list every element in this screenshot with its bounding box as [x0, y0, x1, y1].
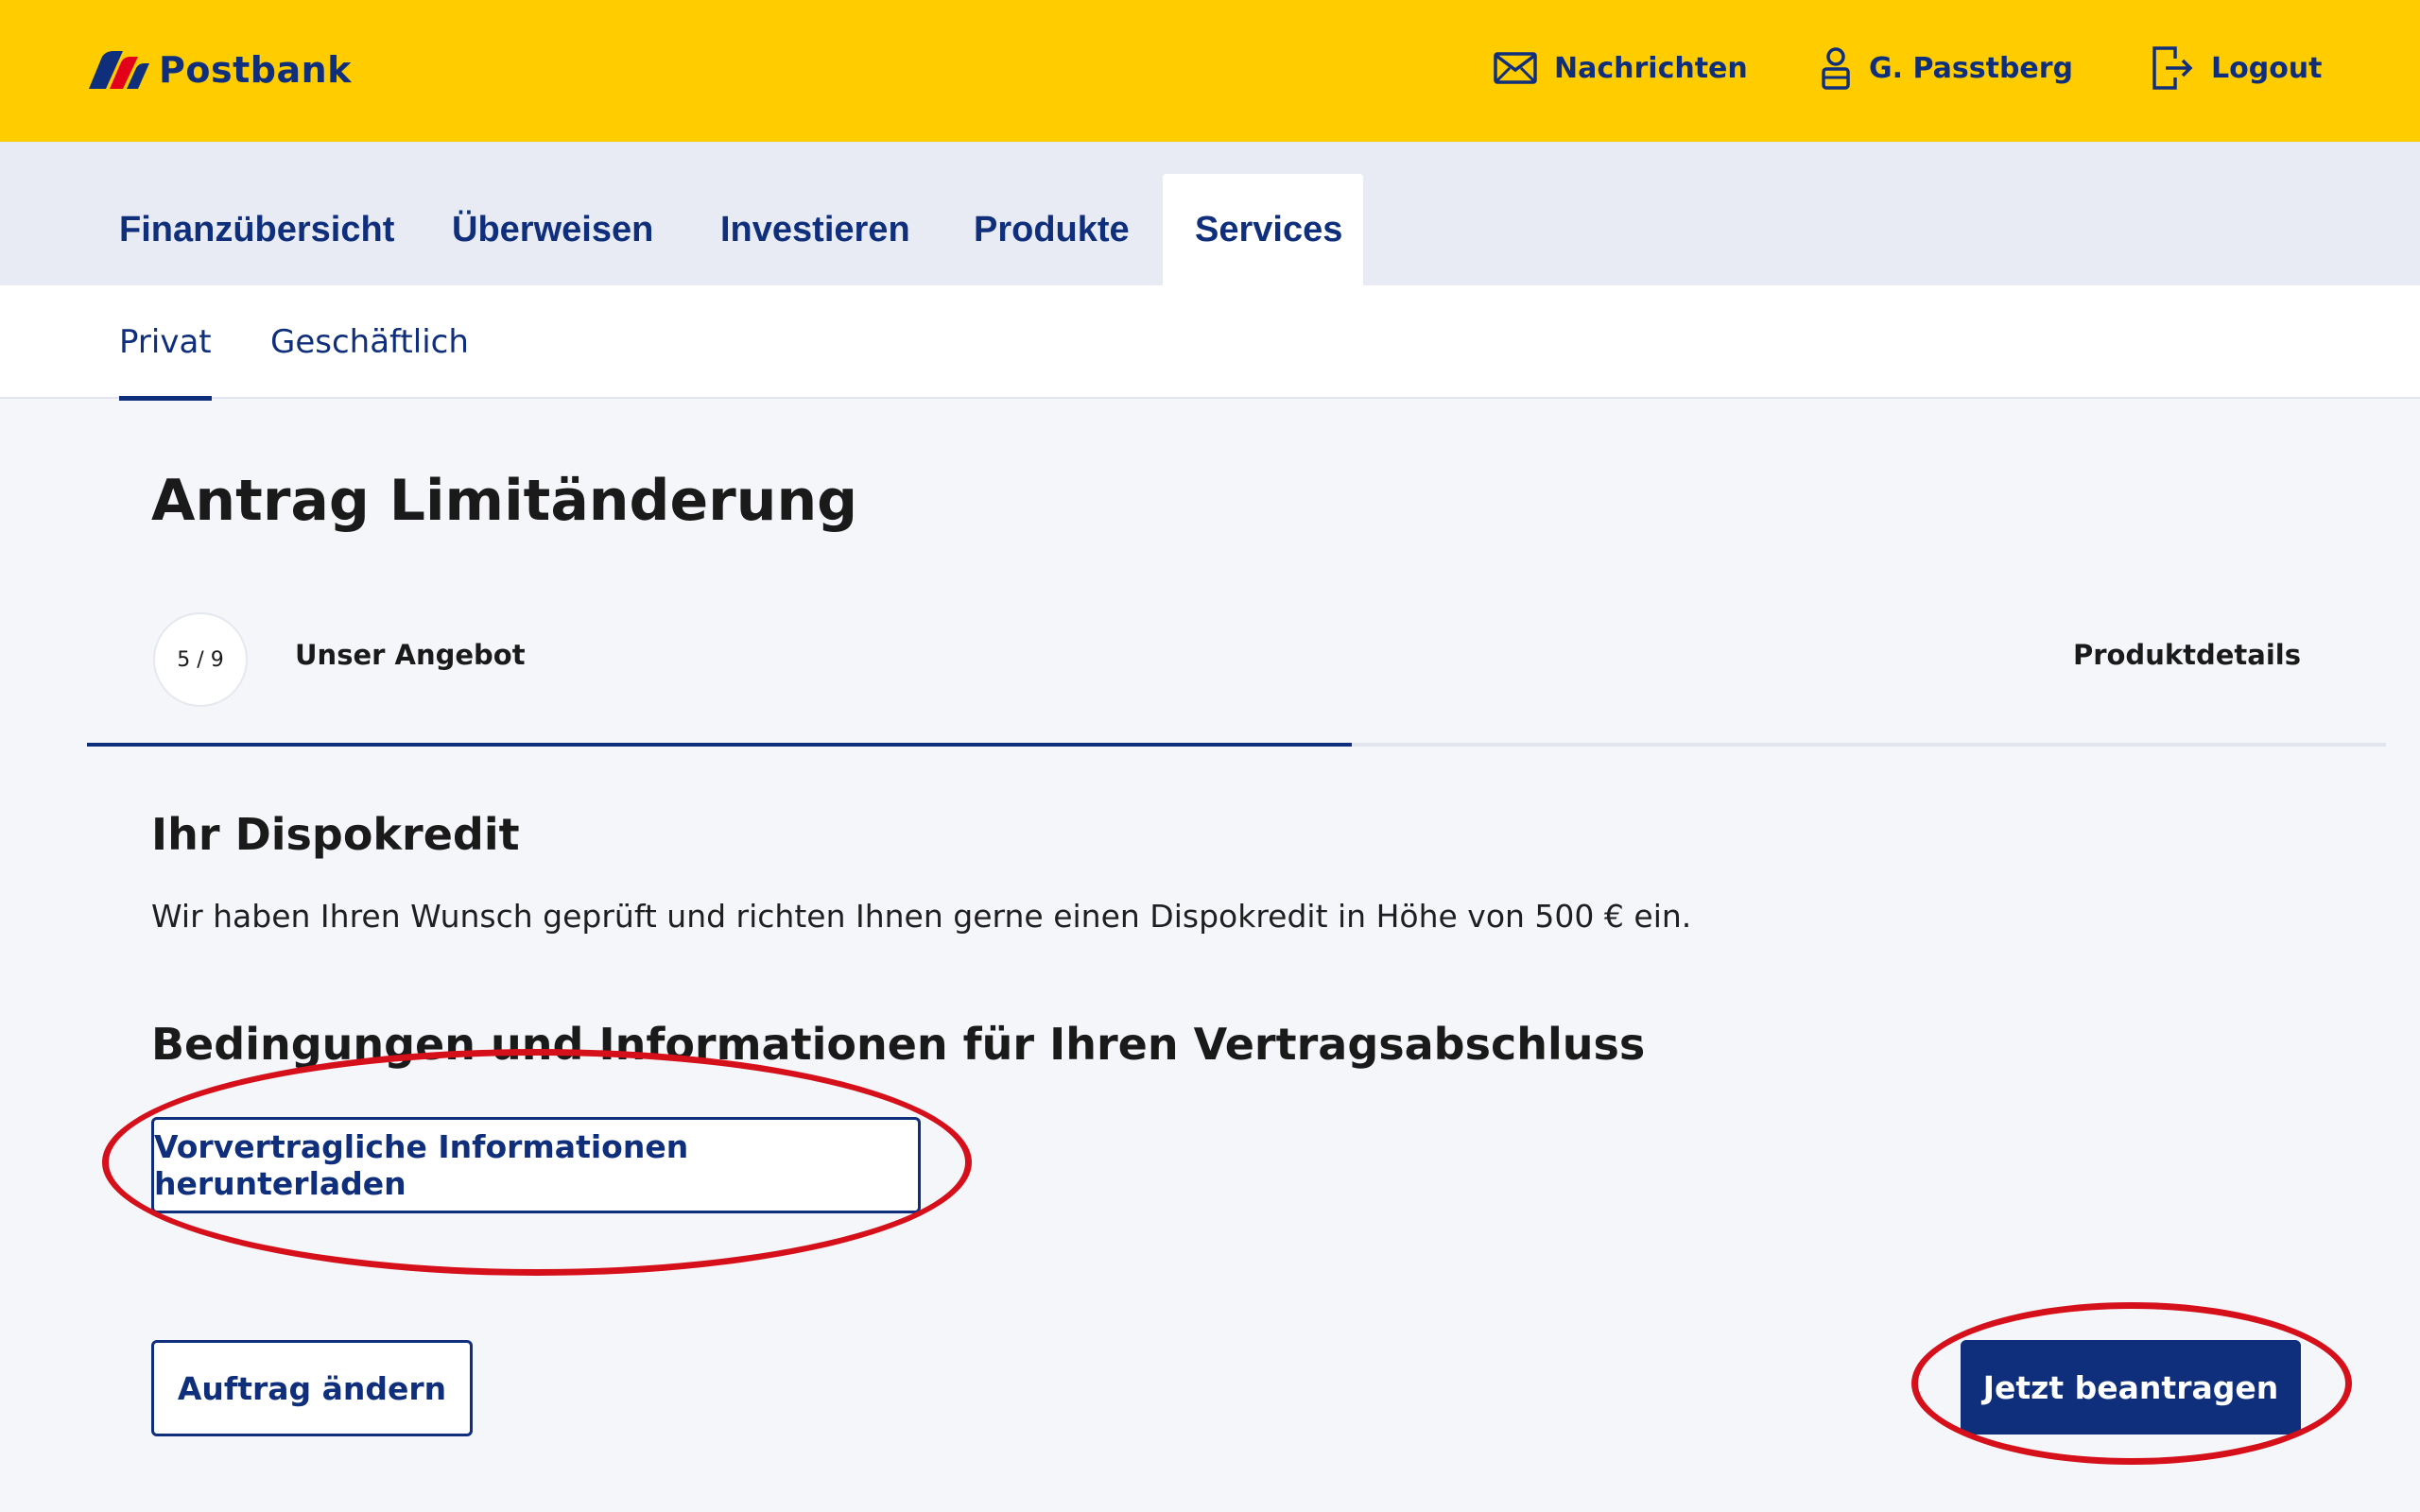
sub-navigation: Privat Geschäftlich: [0, 285, 2420, 401]
logout-label: Logout: [2211, 51, 2323, 85]
apply-now-button[interactable]: Jetzt beantragen: [1961, 1340, 2301, 1435]
conditions-heading: Bedingungen und Informationen für Ihren …: [151, 1019, 1646, 1070]
messages-label: Nachrichten: [1554, 51, 1748, 85]
step-progress-bar: [87, 743, 2386, 747]
nav-ueberweisen[interactable]: Überweisen: [420, 174, 685, 285]
download-info-button[interactable]: Vorvertragliche Informationen herunterla…: [151, 1117, 921, 1213]
main-navigation: Finanzübersicht Überweisen Investieren P…: [0, 142, 2420, 285]
messages-link[interactable]: Nachrichten: [1494, 42, 1748, 94]
postbank-logo-icon: [89, 51, 149, 89]
current-step-label: Unser Angebot: [295, 639, 526, 671]
postbank-logo[interactable]: Postbank: [85, 45, 352, 94]
next-step-label: Produktdetails: [2072, 639, 2301, 671]
subnav-privat[interactable]: Privat: [119, 285, 212, 401]
step-progress-fill: [87, 743, 1352, 747]
brand-name: Postbank: [159, 49, 352, 91]
nav-finanzuebersicht[interactable]: Finanzübersicht: [87, 174, 426, 285]
nav-services[interactable]: Services: [1163, 174, 1363, 285]
change-order-button[interactable]: Auftrag ändern: [151, 1340, 473, 1436]
dispo-text: Wir haben Ihren Wunsch geprüft und richt…: [151, 898, 1692, 935]
user-icon: [1822, 47, 1850, 90]
top-header: Postbank Nachrichten G. Passtberg Logout: [0, 0, 2420, 142]
mail-icon: [1494, 52, 1537, 84]
logout-link[interactable]: Logout: [2151, 42, 2323, 94]
step-counter: 5 / 9: [153, 612, 248, 707]
logout-icon: [2152, 46, 2193, 90]
nav-investieren[interactable]: Investieren: [688, 174, 942, 285]
page-title: Antrag Limitänderung: [151, 468, 858, 534]
subnav-geschaeftlich[interactable]: Geschäftlich: [270, 285, 469, 399]
nav-produkte[interactable]: Produkte: [942, 174, 1162, 285]
dispo-heading: Ihr Dispokredit: [151, 809, 520, 860]
user-name: G. Passtberg: [1869, 51, 2074, 85]
user-profile-link[interactable]: G. Passtberg: [1820, 42, 2073, 94]
